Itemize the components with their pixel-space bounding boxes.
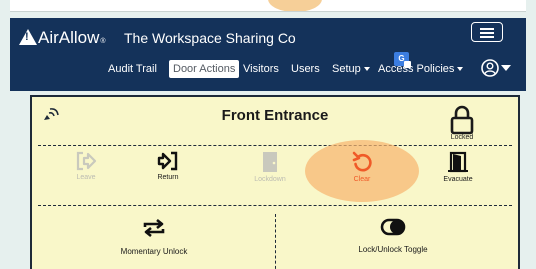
evacuate-icon bbox=[448, 151, 468, 173]
chevron-down-icon bbox=[363, 67, 370, 72]
nav-link-audit-trail[interactable]: Audit Trail bbox=[108, 63, 157, 75]
momentary-unlock-button[interactable]: Momentary Unlock bbox=[94, 217, 214, 256]
nav-links: Audit Trail Door Actions Visitors Users … bbox=[10, 60, 526, 80]
lock-unlock-toggle-label: Lock/Unlock Toggle bbox=[358, 245, 428, 254]
nav-link-door-actions[interactable]: Door Actions bbox=[169, 60, 240, 78]
company-name: The Workspace Sharing Co bbox=[124, 30, 296, 46]
highlight-glow bbox=[268, 0, 322, 11]
leave-icon bbox=[76, 151, 97, 171]
evacuate-button[interactable]: Evacuate bbox=[428, 151, 488, 183]
momentary-unlock-label: Momentary Unlock bbox=[120, 247, 188, 256]
lockdown-label: Lockdown bbox=[254, 176, 286, 183]
toggle-icon bbox=[380, 218, 406, 236]
app-root: AirAllow ® The Workspace Sharing Co Audi… bbox=[0, 0, 536, 269]
hamburger-line-icon bbox=[480, 28, 494, 30]
leave-button[interactable]: Leave bbox=[56, 151, 116, 181]
nav-link-access-policies-label: Access Policies bbox=[378, 63, 455, 75]
section-divider bbox=[38, 145, 512, 146]
lockdown-button[interactable]: Lockdown bbox=[240, 151, 300, 183]
lock-unlock-toggle-button[interactable]: Lock/Unlock Toggle bbox=[333, 217, 453, 254]
brand-trademark: ® bbox=[100, 38, 106, 45]
chevron-down-icon bbox=[501, 65, 511, 71]
top-navbar: AirAllow ® The Workspace Sharing Co Audi… bbox=[10, 18, 526, 91]
user-menu[interactable] bbox=[481, 58, 511, 78]
brand-logo[interactable]: AirAllow ® bbox=[19, 27, 106, 48]
clear-button[interactable]: Clear bbox=[332, 151, 392, 183]
hamburger-menu-button[interactable] bbox=[471, 22, 503, 42]
section-divider bbox=[38, 205, 512, 206]
return-label: Return bbox=[157, 174, 179, 181]
column-divider bbox=[275, 214, 276, 269]
lock-status-label: Locked bbox=[450, 134, 474, 141]
brand-name: AirAllow bbox=[38, 28, 100, 47]
nav-link-setup[interactable]: Setup bbox=[332, 63, 370, 75]
return-button[interactable]: Return bbox=[138, 151, 198, 181]
return-icon bbox=[157, 151, 178, 171]
lockdown-icon bbox=[263, 152, 277, 172]
hamburger-line-icon bbox=[480, 36, 494, 38]
evacuate-label: Evacuate bbox=[443, 176, 473, 183]
translate-icon[interactable]: G bbox=[394, 52, 411, 68]
door-card: Front Entrance Locked Leave Return Lockd… bbox=[30, 95, 520, 269]
clear-icon bbox=[352, 151, 372, 172]
clear-label: Clear bbox=[353, 176, 371, 183]
leave-label: Leave bbox=[76, 174, 96, 181]
previous-panel-edge bbox=[10, 0, 526, 12]
hamburger-line-icon bbox=[480, 32, 494, 34]
nav-link-visitors[interactable]: Visitors bbox=[243, 63, 279, 75]
momentary-unlock-icon bbox=[143, 218, 165, 238]
nav-link-users[interactable]: Users bbox=[291, 63, 320, 75]
door-title: Front Entrance bbox=[221, 107, 329, 124]
user-avatar-icon bbox=[481, 59, 499, 77]
chevron-down-icon bbox=[457, 67, 464, 72]
nav-link-setup-label: Setup bbox=[332, 63, 361, 75]
warning-triangle-icon bbox=[19, 29, 37, 45]
nav-link-access-policies[interactable]: Access Policies bbox=[378, 63, 464, 75]
